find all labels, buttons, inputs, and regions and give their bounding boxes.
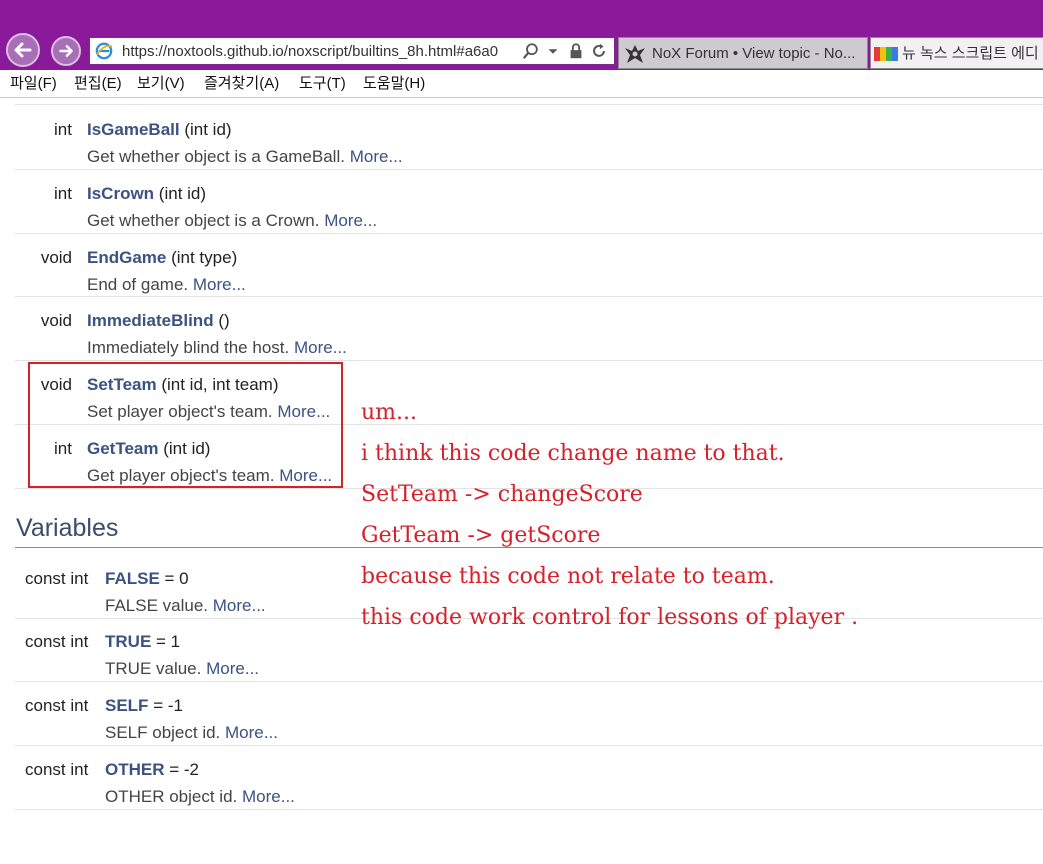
more-link[interactable]: More... <box>294 338 347 357</box>
refresh-icon[interactable] <box>590 42 608 60</box>
variable-value: = -1 <box>153 696 183 715</box>
return-type: void <box>40 311 72 330</box>
variable-description: SELF object id. More... <box>105 723 278 743</box>
more-link[interactable]: More... <box>350 147 403 166</box>
description-text: End of game. <box>87 275 189 294</box>
description-text: Get whether object is a Crown. <box>87 211 320 230</box>
function-link[interactable]: IsGameBall <box>87 120 180 139</box>
variable-description: FALSE value. More... <box>105 596 266 616</box>
search-icon[interactable] <box>522 42 540 60</box>
function-description: Get whether object is a GameBall. More..… <box>87 147 403 167</box>
variable-link[interactable]: OTHER <box>105 760 165 779</box>
annotation-line: um... <box>361 400 418 425</box>
variable-link[interactable]: SELF <box>105 696 148 715</box>
function-args: (int id) <box>158 184 207 203</box>
variable-signature: FALSE = 0 <box>105 569 189 589</box>
annotation-line: GetTeam -> getScore <box>361 523 601 548</box>
variable-link[interactable]: TRUE <box>105 632 151 651</box>
dropdown-arrow-icon[interactable] <box>544 42 562 60</box>
more-link[interactable]: More... <box>193 275 246 294</box>
variable-type: const int <box>25 569 89 588</box>
forward-arrow-icon <box>59 45 73 57</box>
function-description: End of game. More... <box>87 275 246 295</box>
variable-type: const int <box>25 632 89 651</box>
menu-bar: 파일(F) 편집(E) 보기(V) 즐겨찾기(A) 도구(T) 도움말(H) <box>0 70 1043 98</box>
variable-signature: OTHER = -2 <box>105 760 199 780</box>
address-bar[interactable]: https://noxtools.github.io/noxscript/bui… <box>89 37 615 65</box>
section-heading-variables: Variables <box>16 514 119 542</box>
annotation-line: SetTeam -> changeScore <box>361 482 643 507</box>
more-link[interactable]: More... <box>213 596 266 615</box>
description-text: SELF object id. <box>105 723 221 742</box>
variable-value: = 1 <box>156 632 181 651</box>
function-signature: IsCrown (int id) <box>87 184 206 204</box>
description-text: TRUE value. <box>105 659 202 678</box>
annotation-highlight-box <box>28 362 343 488</box>
tab-label: 뉴 녹스 스크립트 에디 <box>902 45 1039 62</box>
description-text: Immediately blind the host. <box>87 338 290 357</box>
function-row: void ImmediateBlind () Immediately blind… <box>15 297 1043 361</box>
variable-link[interactable]: FALSE <box>105 569 160 588</box>
annotation-line: because this code not relate to team. <box>361 564 775 589</box>
lock-icon[interactable] <box>567 42 585 60</box>
nox-forum-favicon-icon <box>625 45 645 63</box>
variable-row: const int OTHER = -2 OTHER object id. Mo… <box>15 746 1043 810</box>
annotation-line: this code work control for lessons of pl… <box>361 605 859 630</box>
return-type: void <box>40 248 72 267</box>
variable-row: const int SELF = -1 SELF object id. More… <box>15 682 1043 746</box>
menu-help[interactable]: 도움말(H) <box>363 74 425 94</box>
function-signature: EndGame (int type) <box>87 248 237 268</box>
function-args: (int id) <box>184 120 232 139</box>
description-text: OTHER object id. <box>105 787 238 806</box>
variable-description: TRUE value. More... <box>105 659 259 679</box>
more-link[interactable]: More... <box>225 723 278 742</box>
variable-signature: SELF = -1 <box>105 696 183 716</box>
forward-button[interactable] <box>51 36 81 66</box>
function-args: () <box>218 311 230 330</box>
ie-favicon-icon <box>95 42 113 60</box>
function-row: void EndGame (int type) End of game. Mor… <box>15 234 1043 297</box>
menu-view[interactable]: 보기(V) <box>137 74 185 94</box>
menu-file[interactable]: 파일(F) <box>10 74 57 94</box>
function-signature: IsGameBall (int id) <box>87 120 232 140</box>
variable-value: = -2 <box>169 760 200 779</box>
annotation-line: i think this code change name to that. <box>361 441 785 466</box>
variable-signature: TRUE = 1 <box>105 632 180 652</box>
function-row: int IsCrown (int id) Get whether object … <box>15 170 1043 234</box>
tab-nox-script-editor[interactable]: 뉴 녹스 스크립트 에디 <box>870 37 1043 69</box>
menu-edit[interactable]: 편집(E) <box>74 74 122 94</box>
back-button[interactable] <box>6 33 40 67</box>
rainbow-favicon-icon <box>874 47 898 61</box>
menu-favorites[interactable]: 즐겨찾기(A) <box>204 74 279 94</box>
variable-description: OTHER object id. More... <box>105 787 295 807</box>
doc-page: int IsGameBall (int id) Get whether obje… <box>0 98 1043 864</box>
variable-type: const int <box>25 760 89 779</box>
function-link[interactable]: EndGame <box>87 248 166 267</box>
function-signature: ImmediateBlind () <box>87 311 230 331</box>
menu-tools[interactable]: 도구(T) <box>299 74 346 94</box>
function-link[interactable]: ImmediateBlind <box>87 311 214 330</box>
variable-type: const int <box>25 696 89 715</box>
tab-nox-forum[interactable]: NoX Forum • View topic - No... <box>618 37 868 69</box>
divider <box>15 104 1043 105</box>
function-args: (int type) <box>171 248 238 267</box>
function-description: Immediately blind the host. More... <box>87 338 347 358</box>
function-link[interactable]: IsCrown <box>87 184 154 203</box>
more-link[interactable]: More... <box>242 787 295 806</box>
variable-value: = 0 <box>164 569 189 588</box>
more-link[interactable]: More... <box>206 659 259 678</box>
function-description: Get whether object is a Crown. More... <box>87 211 377 231</box>
more-link[interactable]: More... <box>324 211 377 230</box>
tab-label: NoX Forum • View topic - No... <box>652 45 856 62</box>
return-type: int <box>54 184 72 203</box>
return-type: int <box>54 120 72 139</box>
browser-toolbar: https://noxtools.github.io/noxscript/bui… <box>0 0 1043 70</box>
back-arrow-icon <box>14 42 32 58</box>
function-row: int IsGameBall (int id) Get whether obje… <box>15 106 1043 170</box>
description-text: FALSE value. <box>105 596 209 615</box>
description-text: Get whether object is a GameBall. <box>87 147 345 166</box>
url-text[interactable]: https://noxtools.github.io/noxscript/bui… <box>122 42 522 62</box>
